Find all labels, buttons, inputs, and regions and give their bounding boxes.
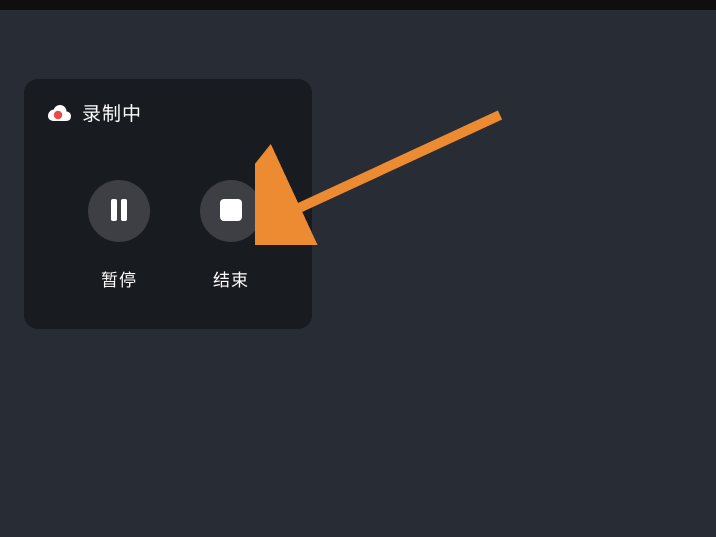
stop-label: 结束 (213, 266, 249, 291)
stop-icon (220, 199, 242, 224)
pause-label: 暂停 (101, 266, 137, 291)
controls-row: 暂停 结束 (88, 180, 290, 291)
pause-button[interactable] (88, 180, 150, 242)
cloud-recording-icon (46, 103, 72, 123)
stop-button[interactable] (200, 180, 262, 242)
top-bar (0, 0, 716, 10)
pause-control[interactable]: 暂停 (88, 180, 150, 291)
stop-control[interactable]: 结束 (200, 180, 262, 291)
panel-header: 录制中 (46, 99, 290, 126)
panel-title: 录制中 (82, 99, 142, 126)
recording-panel: 录制中 暂停 结束 (24, 79, 312, 329)
pause-icon (109, 199, 129, 224)
